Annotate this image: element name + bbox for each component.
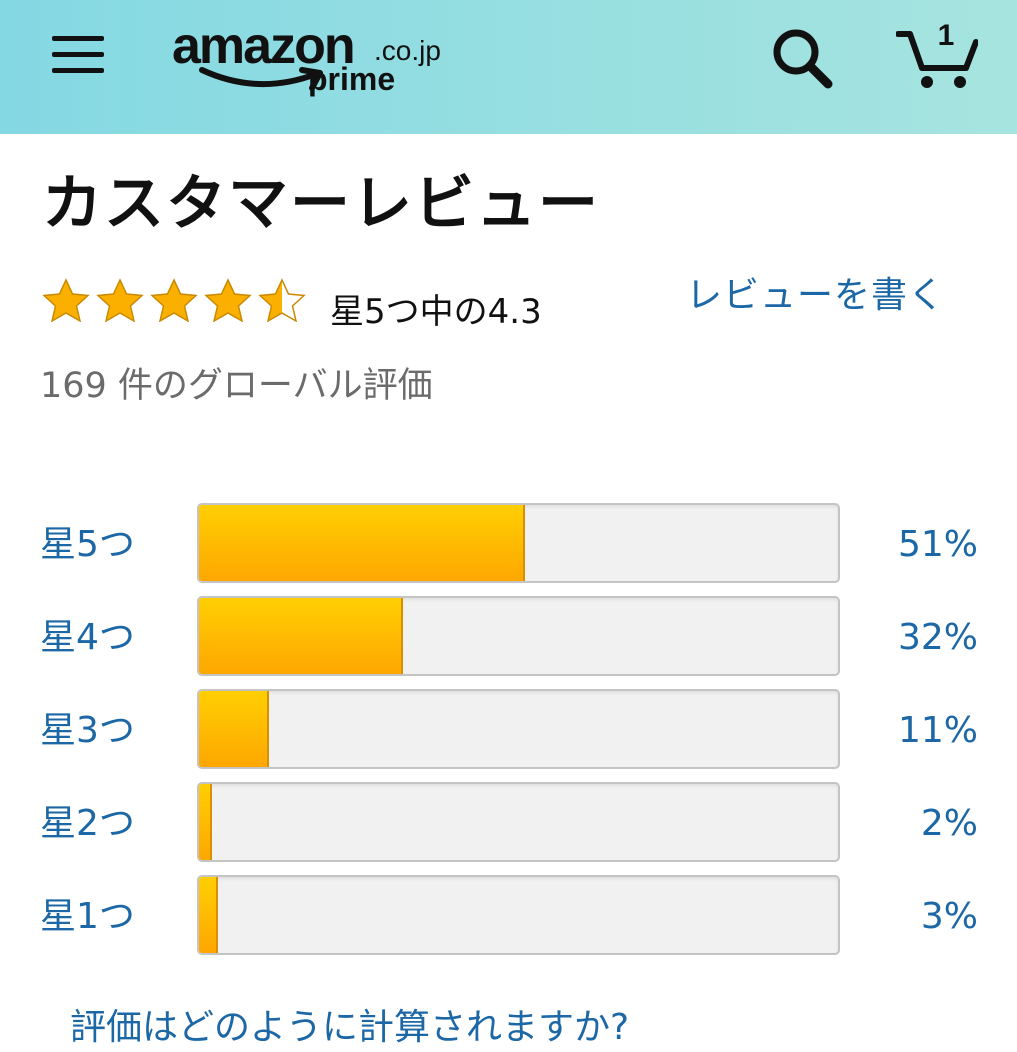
rating-stars bbox=[40, 278, 308, 322]
histogram-bar bbox=[197, 875, 840, 955]
histogram-percent: 32% bbox=[897, 617, 978, 658]
search-button[interactable] bbox=[770, 26, 834, 90]
search-icon bbox=[773, 29, 833, 89]
histogram-percent: 3% bbox=[920, 896, 978, 937]
logo-prime: prime bbox=[308, 61, 396, 97]
histogram-bar-fill bbox=[199, 877, 219, 953]
histogram-bar bbox=[197, 689, 840, 769]
histogram-row-1-star[interactable]: 星1つ 3% bbox=[0, 875, 1017, 957]
histogram-bar bbox=[197, 596, 840, 676]
write-review-link[interactable]: レビューを書く bbox=[686, 272, 945, 320]
star-icon bbox=[96, 278, 144, 322]
histogram-label: 星4つ bbox=[40, 617, 135, 658]
histogram-label: 星1つ bbox=[40, 896, 135, 937]
menu-icon[interactable] bbox=[52, 34, 104, 76]
how-ratings-calculated-link[interactable]: 評価はどのように計算されますか? bbox=[70, 1004, 629, 1052]
amazon-prime-logo[interactable]: amazon .co.jp prime bbox=[172, 14, 472, 114]
histogram-bar-fill bbox=[199, 691, 270, 767]
average-rating-text: 星5つ中の4.3 bbox=[330, 292, 542, 332]
page-title: カスタマーレビュー bbox=[42, 169, 600, 239]
star-icon bbox=[42, 278, 90, 322]
star-icon bbox=[150, 278, 198, 322]
histogram-bar-fill bbox=[199, 505, 525, 581]
histogram-row-2-star[interactable]: 星2つ 2% bbox=[0, 782, 1017, 864]
half-star-icon bbox=[258, 278, 306, 322]
histogram-row-4-star[interactable]: 星4つ 32% bbox=[0, 596, 1017, 678]
histogram-bar-fill bbox=[199, 598, 404, 674]
histogram-label: 星5つ bbox=[40, 524, 135, 565]
histogram-percent: 2% bbox=[920, 803, 978, 844]
histogram-row-5-star[interactable]: 星5つ 51% bbox=[0, 503, 1017, 585]
histogram-percent: 11% bbox=[897, 710, 978, 751]
cart-count-badge: 1 bbox=[937, 19, 955, 52]
histogram-label: 星3つ bbox=[40, 710, 135, 751]
star-icon bbox=[204, 278, 252, 322]
histogram-percent: 51% bbox=[897, 524, 978, 565]
histogram-bar bbox=[197, 782, 840, 862]
histogram-bar bbox=[197, 503, 840, 583]
global-ratings-count: 169 件のグローバル評価 bbox=[40, 366, 433, 406]
top-navigation-bar: amazon .co.jp prime 1 bbox=[0, 0, 1017, 134]
histogram-bar-fill bbox=[199, 784, 212, 860]
histogram-row-3-star[interactable]: 星3つ 11% bbox=[0, 689, 1017, 771]
histogram-label: 星2つ bbox=[40, 803, 135, 844]
